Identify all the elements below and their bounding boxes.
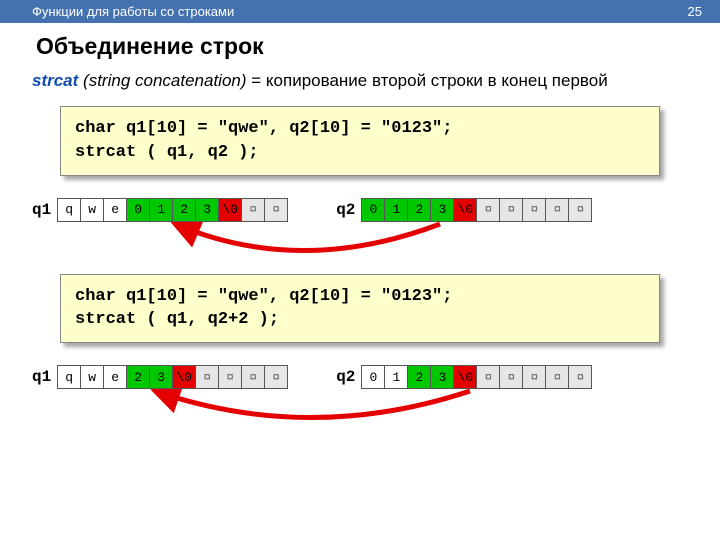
description-text: = копирование второй строки в конец перв… bbox=[247, 71, 608, 90]
array-cell: \0 bbox=[172, 365, 196, 389]
array-cell: ¤ bbox=[476, 198, 500, 222]
code2-line1: char q1[10] = "qwe", q2[10] = "0123"; bbox=[75, 285, 645, 309]
code2-line2: strcat ( q1, q2+2 ); bbox=[75, 308, 645, 332]
array-cell: ¤ bbox=[241, 365, 265, 389]
array-cell: 2 bbox=[172, 198, 196, 222]
q2-cells-1: 0123\0¤¤¤¤¤ bbox=[361, 198, 592, 222]
array-cell: 2 bbox=[407, 198, 431, 222]
code1-line1: char q1[10] = "qwe", q2[10] = "0123"; bbox=[75, 117, 645, 141]
array-cell: 0 bbox=[126, 198, 150, 222]
function-expansion: (string concatenation) bbox=[83, 71, 246, 90]
code-box-2: char q1[10] = "qwe", q2[10] = "0123"; st… bbox=[60, 274, 660, 344]
page-number: 25 bbox=[688, 4, 702, 19]
array-cell: ¤ bbox=[218, 365, 242, 389]
array-cell: ¤ bbox=[264, 365, 288, 389]
array-cell: 0 bbox=[361, 198, 385, 222]
q1-group-2: q1 qwe23\0¤¤¤¤ bbox=[32, 365, 288, 389]
array-cell: w bbox=[80, 198, 104, 222]
array-cell: \0 bbox=[218, 198, 242, 222]
q1-label: q1 bbox=[32, 201, 51, 219]
array-cell: 1 bbox=[384, 198, 408, 222]
header-topic: Функции для работы со строками bbox=[32, 4, 234, 19]
array-row-2: q1 qwe23\0¤¤¤¤ q2 0123\0¤¤¤¤¤ bbox=[32, 365, 720, 389]
copy-arrow-1 bbox=[0, 222, 720, 270]
q2-cells-2: 0123\0¤¤¤¤¤ bbox=[361, 365, 592, 389]
array-cell: ¤ bbox=[568, 198, 592, 222]
array-cell: 1 bbox=[384, 365, 408, 389]
code-box-1: char q1[10] = "qwe", q2[10] = "0123"; st… bbox=[60, 106, 660, 176]
array-cell: 3 bbox=[149, 365, 173, 389]
array-cell: ¤ bbox=[545, 198, 569, 222]
q1-cells-1: qwe0123\0¤¤ bbox=[57, 198, 288, 222]
array-cell: q bbox=[57, 365, 81, 389]
array-cell: ¤ bbox=[522, 365, 546, 389]
array-cell: \0 bbox=[453, 365, 477, 389]
array-cell: ¤ bbox=[241, 198, 265, 222]
array-cell: ¤ bbox=[568, 365, 592, 389]
description: strcat (string concatenation) = копирова… bbox=[32, 70, 688, 92]
array-cell: e bbox=[103, 365, 127, 389]
code1-line2: strcat ( q1, q2 ); bbox=[75, 141, 645, 165]
array-cell: w bbox=[80, 365, 104, 389]
array-cell: ¤ bbox=[264, 198, 288, 222]
arrow-2-wrap bbox=[0, 389, 720, 437]
array-cell: ¤ bbox=[476, 365, 500, 389]
array-row-1: q1 qwe0123\0¤¤ q2 0123\0¤¤¤¤¤ bbox=[32, 198, 720, 222]
function-name: strcat bbox=[32, 71, 78, 90]
array-cell: 2 bbox=[407, 365, 431, 389]
array-cell: 3 bbox=[195, 198, 219, 222]
array-cell: 3 bbox=[430, 365, 454, 389]
array-cell: 2 bbox=[126, 365, 150, 389]
array-cell: ¤ bbox=[499, 365, 523, 389]
q1-cells-2: qwe23\0¤¤¤¤ bbox=[57, 365, 288, 389]
q2-label: q2 bbox=[336, 201, 355, 219]
page-title: Объединение строк bbox=[36, 33, 720, 60]
q2-label-2: q2 bbox=[336, 368, 355, 386]
array-cell: \0 bbox=[453, 198, 477, 222]
array-cell: q bbox=[57, 198, 81, 222]
array-cell: ¤ bbox=[545, 365, 569, 389]
q1-group-1: q1 qwe0123\0¤¤ bbox=[32, 198, 288, 222]
q2-group-1: q2 0123\0¤¤¤¤¤ bbox=[336, 198, 592, 222]
array-cell: e bbox=[103, 198, 127, 222]
array-cell: ¤ bbox=[195, 365, 219, 389]
array-cell: 0 bbox=[361, 365, 385, 389]
array-cell: 1 bbox=[149, 198, 173, 222]
array-cell: ¤ bbox=[522, 198, 546, 222]
q2-group-2: q2 0123\0¤¤¤¤¤ bbox=[336, 365, 592, 389]
copy-arrow-2 bbox=[0, 389, 720, 437]
arrow-1-wrap bbox=[0, 222, 720, 270]
array-cell: ¤ bbox=[499, 198, 523, 222]
array-cell: 3 bbox=[430, 198, 454, 222]
q1-label-2: q1 bbox=[32, 368, 51, 386]
slide-header: Функции для работы со строками 25 bbox=[0, 0, 720, 23]
